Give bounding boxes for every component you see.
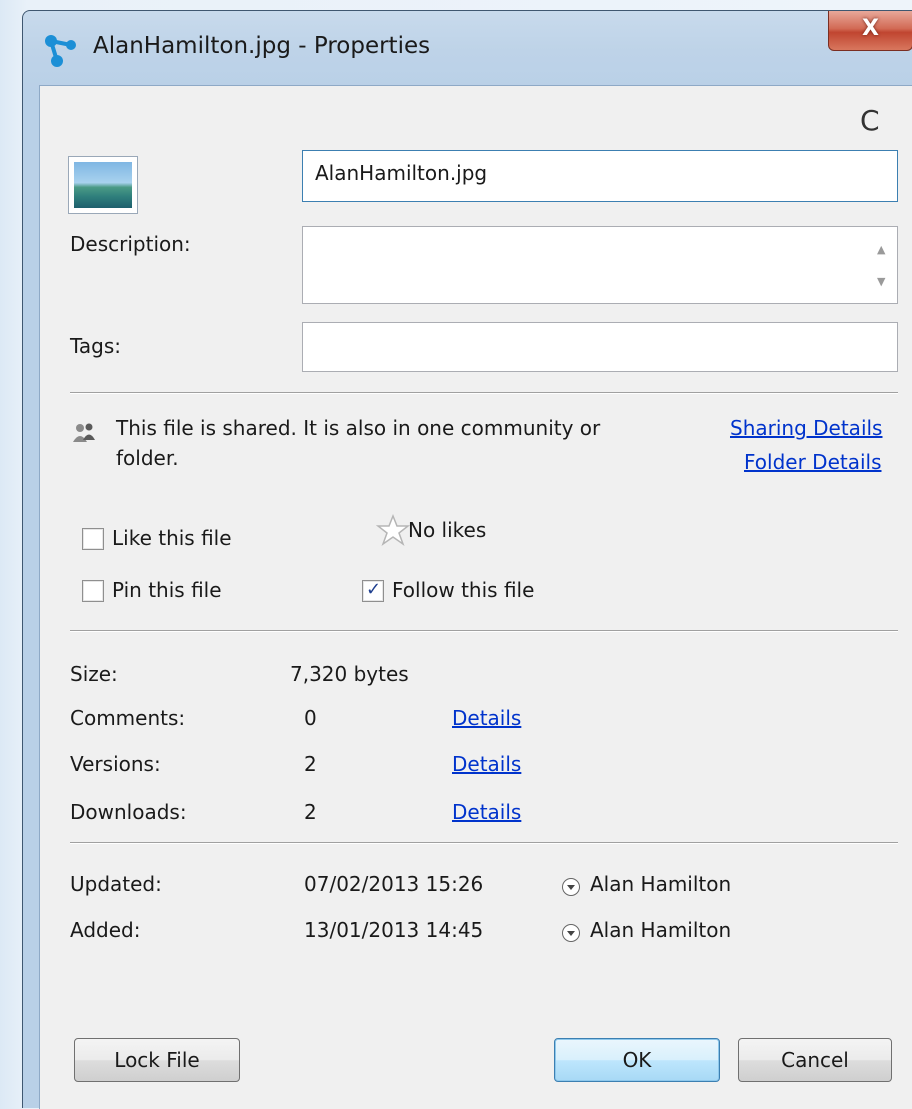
added-date: 13/01/2013 14:45 (304, 918, 484, 942)
downloads-label: Downloads: (70, 800, 187, 824)
downloads-value: 2 (304, 800, 317, 824)
pin-checkbox[interactable] (82, 580, 104, 602)
title-bar[interactable]: AlanHamilton.jpg - Properties X (23, 11, 912, 83)
scroll-down-icon[interactable]: ▼ (877, 275, 885, 288)
window-title: AlanHamilton.jpg - Properties (93, 33, 431, 59)
scroll-up-icon[interactable]: ▲ (877, 243, 885, 256)
user-dropdown-icon[interactable] (562, 878, 580, 896)
connections-icon (45, 35, 76, 67)
updated-date: 07/02/2013 15:26 (304, 872, 484, 896)
separator (70, 630, 898, 632)
size-value: 7,320 bytes (290, 662, 409, 686)
properties-dialog: AlanHamilton.jpg - Properties X C AlanHa… (22, 10, 912, 1109)
like-label[interactable]: Like this file (112, 526, 232, 550)
versions-label: Versions: (70, 752, 161, 776)
added-label: Added: (70, 918, 141, 942)
shared-users-icon (73, 423, 95, 442)
separator (70, 842, 898, 844)
versions-value: 2 (304, 752, 317, 776)
user-dropdown-icon[interactable] (562, 924, 580, 942)
updated-user[interactable]: Alan Hamilton (590, 872, 731, 896)
refresh-icon[interactable]: C (860, 104, 880, 137)
dialog-body: C AlanHamilton.jpg Description: ▲ ▼ Tags… (39, 85, 912, 1109)
star-icon (376, 514, 410, 546)
description-scrollbar[interactable]: ▲ ▼ (871, 229, 895, 301)
file-name-input[interactable]: AlanHamilton.jpg (302, 150, 898, 202)
versions-details-link[interactable]: Details (452, 752, 521, 776)
shared-message-cont: folder. (116, 446, 179, 470)
close-button[interactable]: X (828, 11, 912, 51)
separator (70, 392, 898, 394)
added-user[interactable]: Alan Hamilton (590, 918, 731, 942)
sharing-details-link[interactable]: Sharing Details (730, 416, 882, 440)
like-checkbox[interactable] (82, 528, 104, 550)
description-label: Description: (70, 232, 191, 256)
ok-button[interactable]: OK (554, 1038, 720, 1082)
lock-file-button[interactable]: Lock File (74, 1038, 240, 1082)
likes-count: No likes (408, 518, 487, 542)
shared-message: This file is shared. It is also in one c… (116, 416, 601, 440)
tags-label: Tags: (70, 334, 122, 358)
follow-checkbox[interactable]: ✓ (362, 579, 384, 602)
image-thumbnail-icon (68, 156, 138, 214)
downloads-details-link[interactable]: Details (452, 800, 521, 824)
pin-label[interactable]: Pin this file (112, 578, 222, 602)
comments-label: Comments: (70, 706, 186, 730)
follow-label[interactable]: Follow this file (392, 578, 534, 602)
checkmark-icon: ✓ (366, 579, 382, 600)
cancel-button[interactable]: Cancel (738, 1038, 892, 1082)
description-input[interactable]: ▲ ▼ (302, 226, 898, 304)
folder-details-link[interactable]: Folder Details (744, 450, 882, 474)
size-label: Size: (70, 662, 118, 686)
updated-label: Updated: (70, 872, 162, 896)
tags-input[interactable] (302, 322, 898, 372)
comments-details-link[interactable]: Details (452, 706, 521, 730)
comments-value: 0 (304, 706, 317, 730)
